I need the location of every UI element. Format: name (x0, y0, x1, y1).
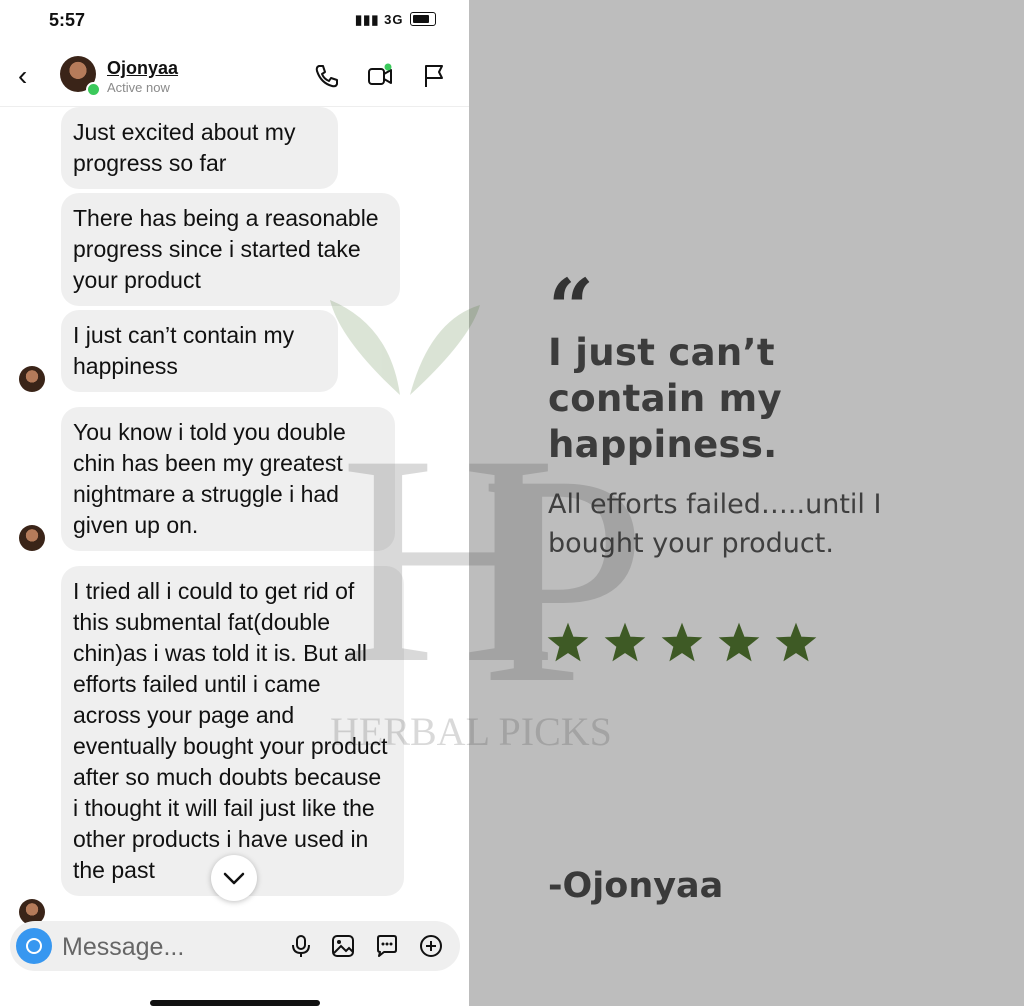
testimonial-author: -Ojonyaa (548, 866, 724, 906)
battery-icon (410, 12, 436, 26)
message-bubble: You know i told you double chin has been… (61, 407, 395, 551)
message-composer (10, 921, 460, 971)
sticker-icon[interactable] (374, 933, 400, 959)
signal-icon: ▮▮▮ (355, 12, 380, 27)
network-label: 3G (384, 12, 404, 27)
message-bubble: There has being a reasonable progress si… (61, 193, 400, 306)
star-icon (547, 622, 589, 662)
testimonial-subtext: All efforts failed…..until I bought your… (548, 489, 882, 559)
home-indicator (150, 1000, 320, 1006)
chevron-down-icon (223, 872, 245, 885)
phone-icon[interactable] (313, 62, 341, 90)
star-icon (775, 622, 817, 662)
video-call-icon[interactable] (366, 62, 394, 90)
scroll-down-button[interactable] (211, 855, 257, 901)
testimonial-headline: I just can’t contain my happiness. (548, 331, 782, 466)
flag-icon[interactable] (420, 62, 448, 90)
message-bubble: I just can’t contain my happiness (61, 310, 338, 392)
chat-screen: 5:57 ▮▮▮ 3G ‹ Ojonyaa Active now Just ex… (0, 0, 469, 1006)
contact-name[interactable]: Ojonyaa (107, 58, 178, 79)
rating-stars (547, 622, 817, 662)
contact-status: Active now (107, 80, 170, 95)
star-icon (718, 622, 760, 662)
message-bubble: I tried all i could to get rid of this s… (61, 566, 404, 896)
camera-icon[interactable] (16, 928, 52, 964)
microphone-icon[interactable] (288, 933, 314, 959)
image-icon[interactable] (330, 933, 356, 959)
sender-avatar (19, 366, 45, 392)
status-time: 5:57 (49, 10, 86, 30)
online-indicator (86, 82, 101, 97)
network-indicator: ▮▮▮ 3G (355, 12, 403, 28)
star-icon (604, 622, 646, 662)
chat-header: ‹ Ojonyaa Active now (0, 48, 469, 107)
sender-avatar (19, 525, 45, 551)
back-icon[interactable]: ‹ (18, 60, 27, 92)
message-bubble: Just excited about my progress so far (61, 107, 338, 189)
message-input[interactable] (60, 931, 244, 963)
add-icon[interactable] (418, 933, 444, 959)
star-icon (661, 622, 703, 662)
